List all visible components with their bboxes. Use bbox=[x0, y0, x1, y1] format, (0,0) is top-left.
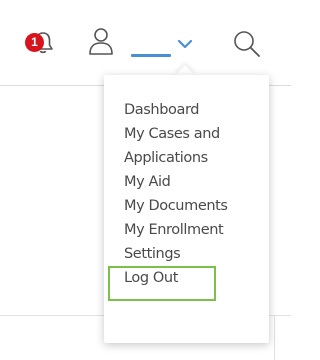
menu-item-my-cases-and-applications-line1[interactable]: My Cases and bbox=[124, 122, 228, 146]
menu-item-my-aid[interactable]: My Aid bbox=[124, 170, 228, 194]
account-name[interactable] bbox=[131, 38, 171, 54]
notification-badge[interactable]: 1 bbox=[25, 33, 44, 52]
search-icon[interactable] bbox=[231, 28, 263, 60]
panel-edge bbox=[274, 315, 275, 360]
chevron-down-icon[interactable] bbox=[176, 37, 194, 51]
menu-item-my-cases-and-applications-line2[interactable]: Applications bbox=[124, 146, 228, 170]
menu-item-my-documents[interactable]: My Documents bbox=[124, 194, 228, 218]
account-menu-list: Dashboard My Cases and Applications My A… bbox=[124, 98, 228, 290]
account-name-underline bbox=[131, 54, 171, 57]
menu-item-dashboard[interactable]: Dashboard bbox=[124, 98, 228, 122]
menu-item-settings[interactable]: Settings bbox=[124, 242, 228, 266]
menu-item-my-enrollment[interactable]: My Enrollment bbox=[124, 218, 228, 242]
user-icon[interactable] bbox=[88, 26, 114, 56]
settings-highlight-box bbox=[108, 266, 216, 301]
